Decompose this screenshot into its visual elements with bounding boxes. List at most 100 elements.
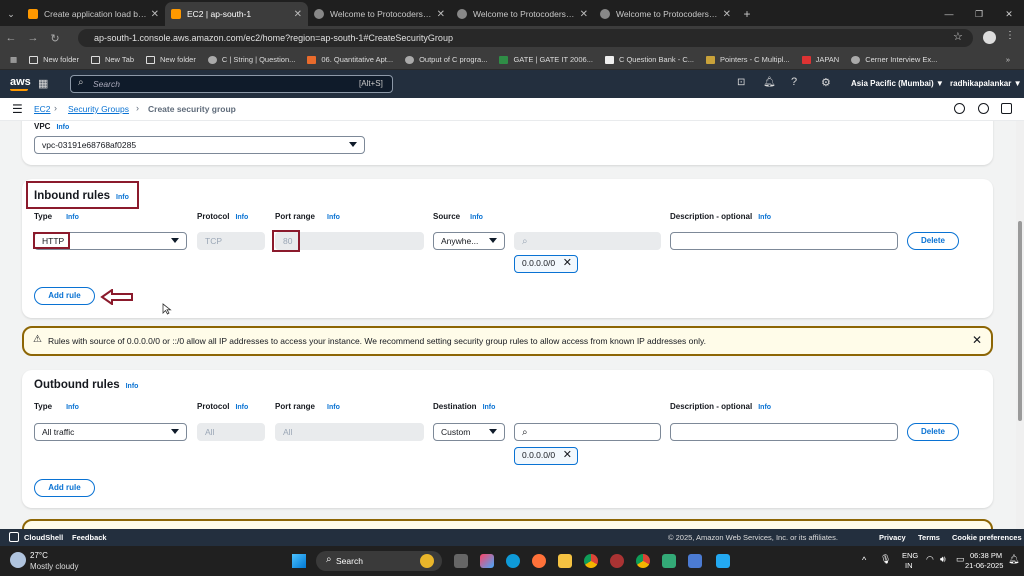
bookmark-item[interactable]: C Question Bank - C... — [604, 55, 694, 64]
terms-link[interactable]: Terms — [918, 533, 940, 542]
bookmark-star-icon[interactable]: ☆ — [953, 30, 963, 43]
outbound-type-select[interactable]: All traffic — [34, 423, 187, 441]
scrollbar[interactable] — [1016, 121, 1024, 529]
browser-tab-4[interactable]: Welcome to Protocoderspoint ✕ — [451, 2, 594, 26]
tab-search-icon[interactable]: ⌄ — [0, 2, 22, 26]
app-icon[interactable] — [662, 554, 676, 568]
weather-icon[interactable] — [10, 552, 26, 568]
language-indicator[interactable]: ENG — [902, 551, 918, 560]
description-header: Description - optional Info — [670, 402, 772, 411]
new-tab-icon[interactable]: + — [737, 2, 757, 26]
bookmark-item[interactable]: GATE | GATE IT 2006... — [499, 55, 593, 64]
close-icon[interactable]: ✕ — [580, 9, 588, 20]
outbound-cidr-search[interactable]: ⌕ — [514, 423, 661, 441]
apps-grid-icon[interactable]: ▦ — [10, 55, 17, 64]
breadcrumb-security-groups[interactable]: Security Groups — [68, 104, 129, 114]
bookmark-item[interactable]: New folder — [29, 55, 79, 64]
inbound-source-select[interactable]: Anywhe... — [433, 232, 505, 250]
bookmark-item[interactable]: Output of C progra... — [405, 55, 487, 64]
hamburger-menu-icon[interactable]: ☰ — [12, 102, 23, 116]
menu-kebab-icon[interactable]: ⋮ — [1005, 30, 1015, 41]
notification-icon[interactable]: 🔔︎ — [1008, 554, 1019, 565]
cloudshell-link[interactable]: CloudShell — [24, 533, 63, 542]
more-bookmarks-icon[interactable]: » — [1006, 55, 1010, 64]
inbound-rules-card: Inbound rules Info Type Info Protocol Info … — [22, 179, 993, 318]
info-circle-icon[interactable] — [954, 103, 965, 114]
chrome-active-icon[interactable] — [636, 554, 650, 568]
cloudshell-icon[interactable]: ⊡ — [737, 77, 745, 88]
user-menu[interactable]: radhikapalankar ▼ — [950, 79, 1022, 88]
vpc-info-link[interactable]: Info — [56, 124, 69, 131]
bookmark-item[interactable]: 06. Quantitative Apt... — [307, 55, 393, 64]
battery-icon[interactable]: ▭ — [956, 554, 965, 565]
app-icon[interactable] — [610, 554, 624, 568]
remove-token-icon[interactable]: ✕ — [563, 448, 572, 463]
back-icon[interactable]: ← — [0, 32, 22, 44]
clock-time[interactable]: 06:38 PM — [970, 551, 1002, 560]
file-explorer-icon[interactable] — [558, 554, 572, 568]
browser-tab-bar: ⌄ Create application load balanc✕ EC2 | … — [0, 0, 1024, 26]
edge-icon[interactable] — [506, 554, 520, 568]
panel-icon[interactable] — [1001, 103, 1012, 114]
bookmark-item[interactable]: Cerner Interview Ex... — [851, 55, 937, 64]
url-field[interactable]: ap-south-1.console.aws.amazon.com/ec2/ho… — [78, 29, 973, 47]
browser-tab-1[interactable]: Create application load balanc✕ — [22, 2, 165, 26]
search-input[interactable]: Search — [70, 75, 393, 93]
microphone-icon[interactable]: 🎙︎ — [880, 554, 891, 565]
breadcrumb-ec2[interactable]: EC2 — [34, 104, 51, 114]
bookmark-item[interactable]: New Tab — [90, 55, 134, 64]
outbound-description-input[interactable] — [670, 423, 898, 441]
close-window-icon[interactable]: ✕ — [994, 2, 1024, 26]
outbound-info-link[interactable]: Info — [126, 383, 139, 390]
chrome-icon[interactable] — [584, 554, 598, 568]
outbound-add-rule-button[interactable]: Add rule — [34, 479, 95, 497]
gear-icon[interactable]: ⚙ — [821, 76, 831, 89]
help-icon[interactable]: ? — [791, 76, 797, 88]
privacy-link[interactable]: Privacy — [879, 533, 906, 542]
feedback-link[interactable]: Feedback — [72, 533, 107, 542]
inbound-delete-button[interactable]: Delete — [907, 232, 959, 250]
vpc-select[interactable]: vpc-03191e68768af0285 — [34, 136, 365, 154]
aws-logo[interactable]: aws — [10, 76, 31, 88]
bookmark-item[interactable]: New folder — [146, 55, 196, 64]
outbound-destination-select[interactable]: Custom — [433, 423, 505, 441]
recent-icon[interactable] — [978, 103, 989, 114]
minimize-icon[interactable]: — — [934, 2, 964, 26]
vscode-icon[interactable] — [716, 554, 730, 568]
bookmark-item[interactable]: C | String | Question... — [207, 55, 295, 64]
inbound-add-rule-button[interactable]: Add rule — [34, 287, 95, 305]
volume-icon[interactable]: 🔊︎ — [940, 554, 946, 565]
remove-token-icon[interactable]: ✕ — [563, 256, 572, 271]
close-icon[interactable]: ✕ — [972, 333, 982, 347]
forward-icon[interactable]: → — [22, 32, 44, 44]
task-view-icon[interactable] — [454, 554, 468, 568]
region-selector[interactable]: Asia Pacific (Mumbai) ▼ — [851, 79, 944, 88]
copilot-icon[interactable] — [480, 554, 494, 568]
bookmark-item[interactable]: JAPAN — [801, 55, 839, 64]
inbound-info-link[interactable]: Info — [116, 194, 129, 201]
bell-icon[interactable]: 🔔︎ — [763, 77, 776, 88]
reload-icon[interactable]: ↻ — [44, 32, 66, 45]
windows-start-icon[interactable] — [292, 554, 306, 568]
services-grid-icon[interactable]: ▦ — [38, 77, 48, 90]
outbound-delete-button[interactable]: Delete — [907, 423, 959, 441]
browser-tab-2[interactable]: EC2 | ap-south-1 ✕ — [165, 2, 308, 26]
taskbar-search[interactable]: ⌕ Search — [316, 551, 442, 571]
close-icon[interactable]: ✕ — [151, 9, 159, 20]
cookie-preferences-link[interactable]: Cookie preferences — [952, 533, 1022, 542]
inbound-description-input[interactable] — [670, 232, 898, 250]
browser-tab-5[interactable]: Welcome to Protocoderspoint ✕ — [594, 2, 737, 26]
close-icon[interactable]: ✕ — [723, 9, 731, 20]
app-icon[interactable] — [688, 554, 702, 568]
chevron-up-icon[interactable]: ^ — [862, 555, 866, 565]
close-icon[interactable]: ✕ — [437, 9, 445, 20]
browser-tab-3[interactable]: Welcome to Protocoderspoint ✕ — [308, 2, 451, 26]
profile-icon[interactable] — [983, 31, 996, 44]
inbound-cidr-search[interactable]: ⌕ — [514, 232, 661, 250]
firefox-icon[interactable] — [532, 554, 546, 568]
wifi-icon[interactable]: ◠ — [926, 554, 934, 565]
scrollbar-thumb[interactable] — [1018, 221, 1022, 421]
restore-icon[interactable]: ❐ — [964, 2, 994, 26]
bookmark-item[interactable]: Pointers - C Multipl... — [705, 55, 790, 64]
close-icon[interactable]: ✕ — [294, 9, 302, 20]
